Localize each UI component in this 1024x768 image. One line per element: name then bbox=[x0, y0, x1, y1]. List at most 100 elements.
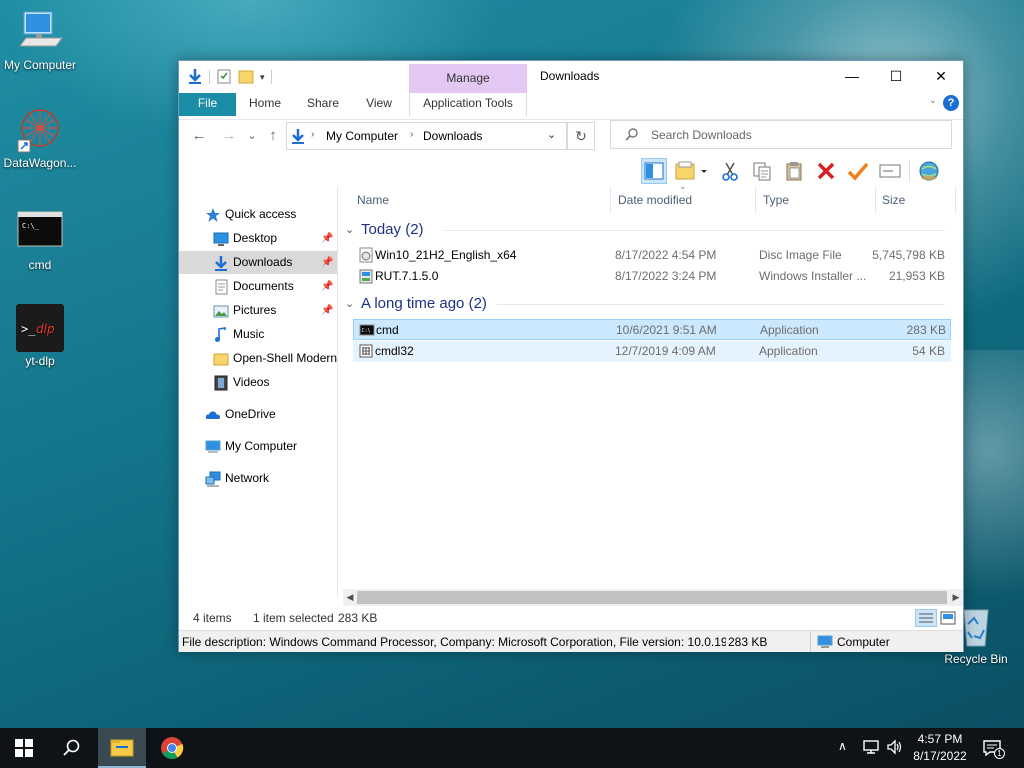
column-divider[interactable] bbox=[955, 187, 956, 213]
cut-icon[interactable] bbox=[717, 158, 743, 184]
help-icon[interactable]: ? bbox=[943, 95, 959, 111]
chevron-down-icon: ⌄ bbox=[345, 298, 355, 310]
file-row[interactable]: Win10_21H2_English_x64 8/17/2022 4:54 PM… bbox=[353, 245, 951, 266]
nav-item-onedrive[interactable]: OneDrive bbox=[179, 403, 337, 426]
taskbar-chrome[interactable] bbox=[148, 728, 196, 768]
preview-pane-button[interactable] bbox=[641, 158, 667, 184]
address-bar[interactable]: › My Computer › Downloads ⌄ bbox=[286, 122, 567, 150]
file-description-bar: File description: Windows Command Proces… bbox=[179, 630, 963, 652]
up-button[interactable]: ↑ bbox=[263, 126, 283, 146]
maximize-button[interactable]: ☐ bbox=[873, 61, 919, 91]
desktop-icon-yt-dlp[interactable]: >_ dlp yt-dlp bbox=[0, 304, 80, 368]
scrollbar-thumb[interactable] bbox=[357, 591, 947, 604]
file-explorer-window: ▾ Manage Downloads — ☐ ✕ File Home Share… bbox=[178, 60, 964, 652]
notifications-icon[interactable]: 1 bbox=[982, 738, 1005, 759]
nav-item-my-computer[interactable]: My Computer bbox=[179, 435, 337, 458]
nav-item-network[interactable]: Network bbox=[179, 467, 337, 490]
taskbar-file-explorer[interactable] bbox=[98, 728, 146, 768]
file-row[interactable]: RUT.7.1.5.0 8/17/2022 3:24 PM Windows In… bbox=[353, 266, 951, 287]
sort-chevron-icon: ⌄ bbox=[679, 181, 687, 191]
nav-item-music[interactable]: Music bbox=[179, 323, 337, 346]
tab-view[interactable]: View bbox=[355, 93, 403, 116]
collapse-ribbon-icon[interactable]: ⌄ bbox=[929, 95, 937, 106]
globe-icon[interactable] bbox=[916, 158, 942, 184]
start-button[interactable] bbox=[0, 728, 48, 768]
file-size: 21,953 KB bbox=[888, 269, 945, 283]
desktop-icon-my-computer[interactable]: My Computer bbox=[0, 8, 80, 72]
column-header-name[interactable]: Name bbox=[357, 187, 389, 213]
network-status-icon[interactable] bbox=[862, 739, 880, 758]
file-row[interactable]: cmdl32 12/7/2019 4:09 AM Application 54 … bbox=[353, 341, 951, 362]
search-input[interactable]: Search Downloads bbox=[610, 120, 952, 149]
pin-icon: 📌 bbox=[321, 233, 334, 244]
file-date: 8/17/2022 4:54 PM bbox=[615, 248, 717, 262]
details-view-icon[interactable] bbox=[915, 609, 937, 627]
recent-locations-button[interactable]: ⌄ bbox=[242, 126, 262, 146]
minimize-button[interactable]: — bbox=[829, 61, 875, 91]
breadcrumb-my-computer[interactable]: My Computer bbox=[326, 129, 398, 143]
tab-home[interactable]: Home bbox=[241, 93, 289, 116]
tab-share[interactable]: Share bbox=[299, 93, 347, 116]
manage-tab-group[interactable]: Manage bbox=[409, 64, 527, 93]
copy-icon[interactable] bbox=[749, 158, 775, 184]
nav-item-videos[interactable]: Videos bbox=[179, 371, 337, 394]
nav-item-documents[interactable]: Documents 📌 bbox=[179, 275, 337, 298]
properties-icon[interactable] bbox=[216, 68, 232, 87]
file-date: 8/17/2022 3:24 PM bbox=[615, 269, 717, 283]
large-icons-view-icon[interactable] bbox=[940, 610, 956, 632]
taskbar-clock[interactable]: 4:57 PM 8/17/2022 bbox=[898, 731, 982, 765]
selection-count: 1 item selected bbox=[253, 611, 334, 625]
column-header-size[interactable]: Size bbox=[882, 187, 905, 213]
column-header-type[interactable]: Type bbox=[763, 187, 789, 213]
navigation-bar: ← → ⌄ ↑ › My Computer › Downloads ⌄ ↻ Se… bbox=[179, 119, 963, 151]
nav-item-downloads[interactable]: Downloads 📌 bbox=[179, 251, 337, 274]
tab-file[interactable]: File bbox=[179, 93, 236, 116]
close-button[interactable]: ✕ bbox=[918, 61, 964, 91]
column-divider[interactable] bbox=[610, 187, 611, 213]
window-title: Downloads bbox=[540, 69, 600, 83]
nav-item-desktop[interactable]: Desktop 📌 bbox=[179, 227, 337, 250]
refresh-button[interactable]: ↻ bbox=[567, 122, 595, 150]
new-folder-icon[interactable] bbox=[238, 68, 254, 87]
paste-icon[interactable] bbox=[781, 158, 807, 184]
nav-item-label: Open-Shell Modern bbox=[233, 351, 337, 365]
scroll-right-icon[interactable]: ▶ bbox=[949, 589, 963, 606]
file-date: 12/7/2019 4:09 AM bbox=[615, 344, 716, 358]
show-hidden-icons-icon[interactable]: ∧ bbox=[838, 739, 847, 753]
nav-item-label: Downloads bbox=[233, 255, 293, 269]
nav-item-label: OneDrive bbox=[225, 407, 276, 421]
title-bar: ▾ Manage Downloads — ☐ ✕ bbox=[179, 61, 963, 93]
column-divider[interactable] bbox=[755, 187, 756, 213]
star-icon bbox=[205, 207, 221, 223]
customize-qat-icon[interactable]: ▾ bbox=[260, 72, 265, 83]
back-button[interactable]: ← bbox=[189, 126, 209, 146]
file-description-size: 283 KB bbox=[728, 635, 768, 649]
nav-item-label: Pictures bbox=[233, 303, 277, 317]
tab-application-tools[interactable]: Application Tools bbox=[409, 93, 527, 116]
horizontal-scrollbar[interactable]: ◀ ▶ bbox=[343, 589, 963, 606]
pin-icon: 📌 bbox=[321, 305, 334, 316]
search-button[interactable] bbox=[48, 728, 96, 768]
rename-icon[interactable] bbox=[877, 158, 903, 184]
scroll-left-icon[interactable]: ◀ bbox=[343, 589, 357, 606]
group-header-long-time-ago[interactable]: ⌄ A long time ago (2) bbox=[345, 293, 945, 315]
breadcrumb-downloads[interactable]: Downloads bbox=[423, 129, 482, 143]
desktop-icon-cmd[interactable]: C:\_ cmd bbox=[0, 208, 80, 272]
desktop-icon-datawagon[interactable]: DataWagon... bbox=[0, 106, 80, 170]
checkmark-icon[interactable] bbox=[845, 158, 871, 184]
nav-item-pictures[interactable]: Pictures 📌 bbox=[179, 299, 337, 322]
delete-icon[interactable] bbox=[813, 158, 839, 184]
nav-pane-divider[interactable] bbox=[337, 187, 338, 597]
file-row[interactable]: C:\ cmd 10/6/2021 9:51 AM Application 28… bbox=[353, 319, 951, 340]
nav-item-open-shell-modern[interactable]: Open-Shell Modern bbox=[179, 347, 337, 370]
forward-button[interactable]: → bbox=[219, 126, 239, 146]
address-dropdown-icon[interactable]: ⌄ bbox=[547, 128, 556, 141]
column-divider[interactable] bbox=[875, 187, 876, 213]
file-name: cmd bbox=[376, 323, 399, 337]
group-header-today[interactable]: ⌄ Today (2) bbox=[345, 219, 945, 241]
search-icon bbox=[625, 127, 639, 144]
download-arrow-icon[interactable] bbox=[187, 68, 203, 87]
nav-item-quick-access[interactable]: Quick access bbox=[179, 203, 337, 226]
pin-icon: 📌 bbox=[321, 281, 334, 292]
pictures-icon bbox=[213, 303, 229, 319]
